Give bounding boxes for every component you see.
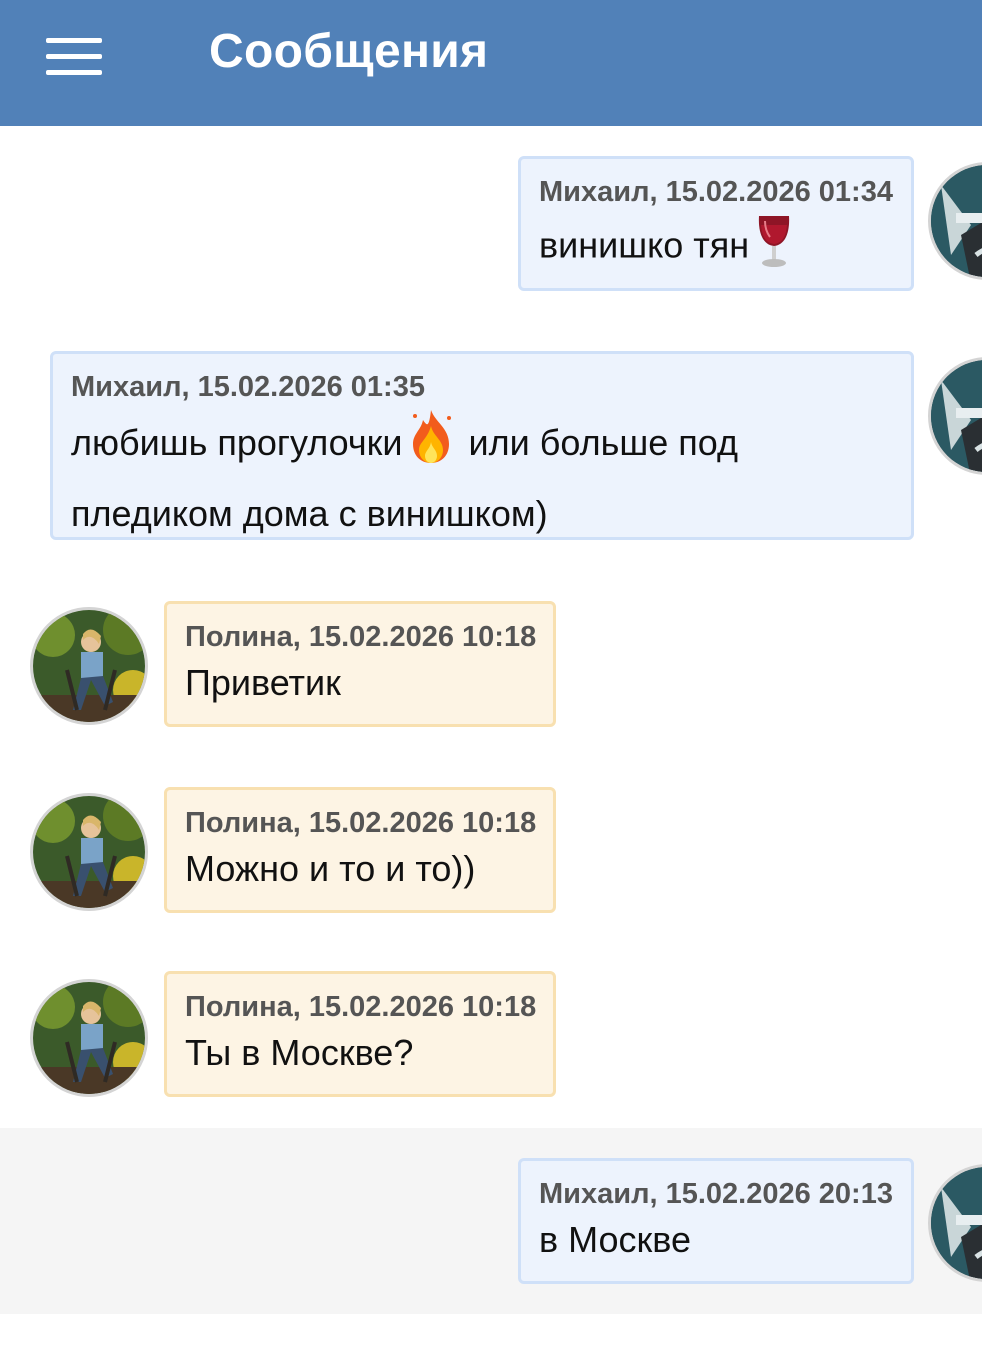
message-text: любишь прогулочки [71,422,403,464]
message-meta: Михаил, 15.02.2026 01:34 [539,176,893,208]
avatar-polina[interactable] [30,793,148,911]
message-row: Михаил, 15.02.2026 01:35 любишь прогулоч… [0,321,982,571]
message-meta: Полина, 15.02.2026 10:18 [185,621,537,653]
fire-icon [405,408,457,483]
message-text-wrap: любишь прогулочки или больше под пледико… [71,408,893,545]
message-meta: Полина, 15.02.2026 10:18 [185,991,537,1023]
message-text-wrap: винишко тян [539,213,893,283]
message-bubble-outgoing[interactable]: Михаил, 15.02.2026 01:35 любишь прогулоч… [50,351,914,540]
avatar-polina[interactable] [30,979,148,1097]
message-text: Ты в Москве? [185,1032,414,1073]
message-row: Полина, 15.02.2026 10:18 Приветик [0,571,982,757]
message-bubble-outgoing[interactable]: Михаил, 15.02.2026 20:13 в Москве [518,1158,914,1284]
message-bubble-incoming[interactable]: Полина, 15.02.2026 10:18 Можно и то и то… [164,787,556,913]
message-row: Михаил, 15.02.2026 01:34 винишко тян [0,126,982,321]
message-meta: Полина, 15.02.2026 10:18 [185,807,537,839]
message-bubble-incoming[interactable]: Полина, 15.02.2026 10:18 Ты в Москве? [164,971,556,1097]
message-row: Полина, 15.02.2026 10:18 Ты в Москве? [0,943,982,1129]
message-text: в Москве [539,1219,692,1260]
avatar-mikhail[interactable] [928,162,982,280]
message-text: Можно и то и то)) [185,848,476,889]
page-title: Сообщения [209,25,489,78]
message-bubble-outgoing[interactable]: Михаил, 15.02.2026 01:34 винишко тян [518,156,914,291]
messages-screen: Сообщения Михаил, 15.02.2026 01:34 виниш… [0,0,982,1365]
message-bubble-incoming[interactable]: Полина, 15.02.2026 10:18 Приветик [164,601,556,727]
message-meta: Михаил, 15.02.2026 20:13 [539,1178,893,1210]
wine-glass-icon [755,213,793,283]
avatar-polina[interactable] [30,607,148,725]
message-text: винишко тян [539,224,750,266]
message-row: Полина, 15.02.2026 10:18 Можно и то и то… [0,757,982,943]
message-row-highlighted: Михаил, 15.02.2026 20:13 в Москве [0,1128,982,1314]
message-text: Приветик [185,662,341,703]
hamburger-menu-icon[interactable] [46,38,102,78]
top-bar: Сообщения [0,0,982,126]
avatar-mikhail[interactable] [928,1164,982,1282]
avatar-mikhail[interactable] [928,357,982,475]
message-meta: Михаил, 15.02.2026 01:35 [71,371,425,403]
